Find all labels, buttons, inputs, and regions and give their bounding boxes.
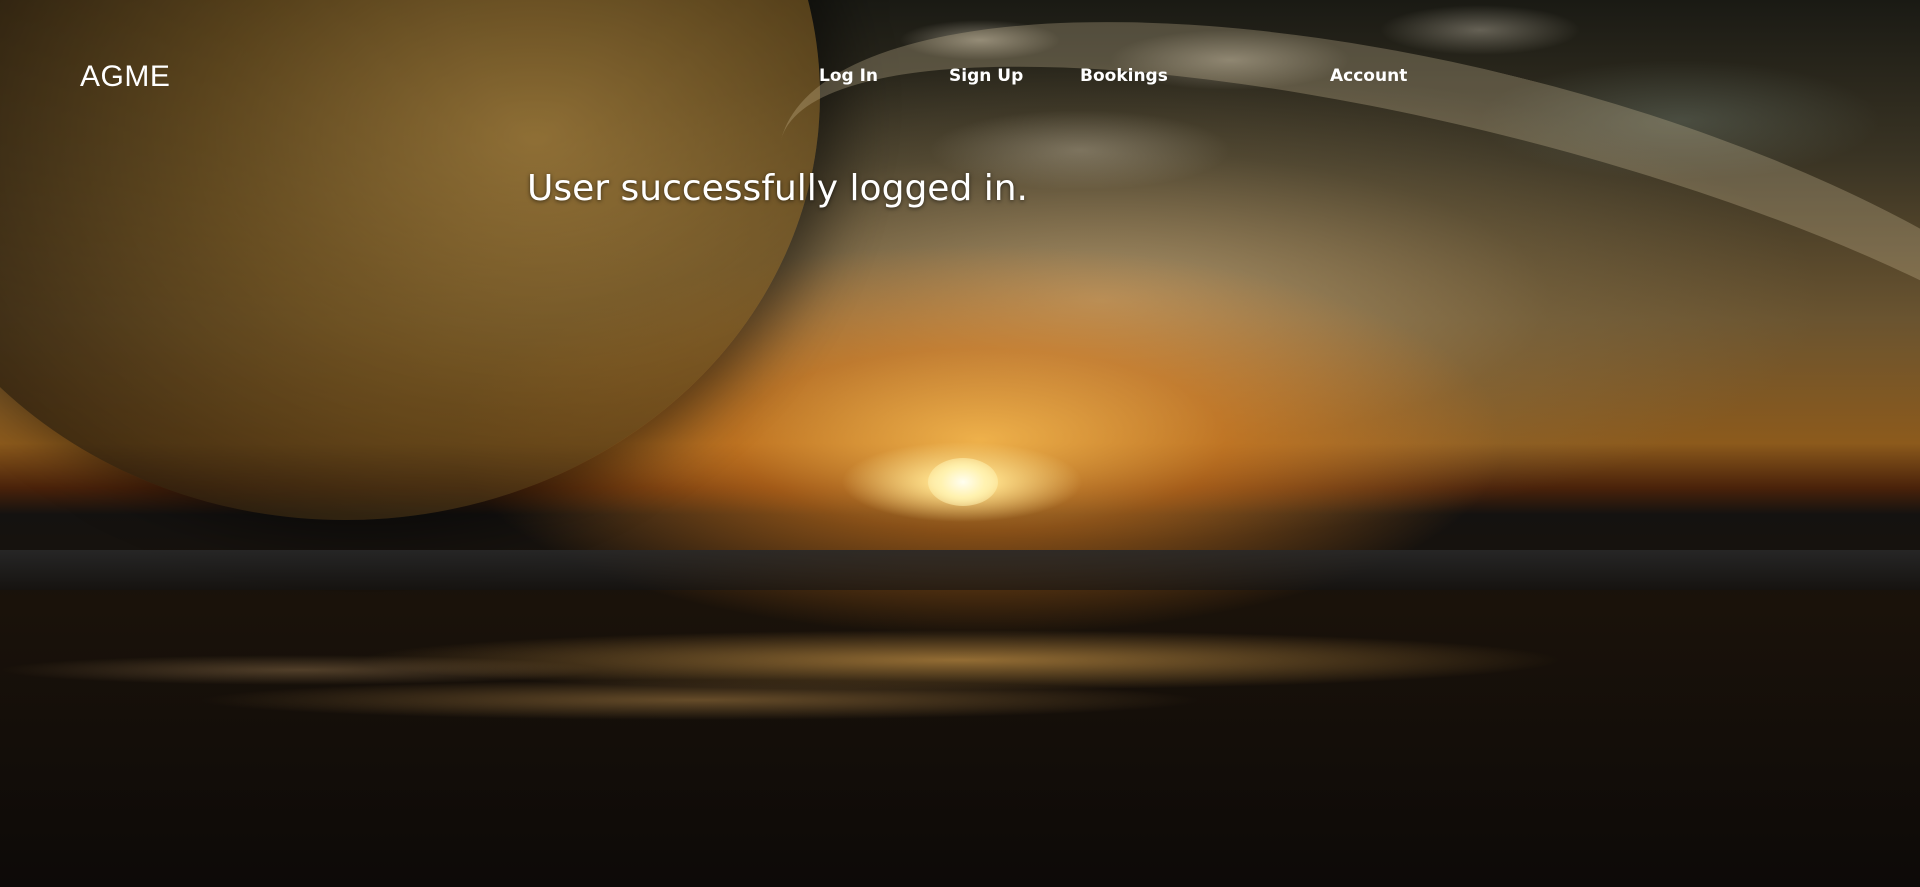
nav-bookings-link[interactable]: Bookings [1080, 66, 1168, 86]
nav-account-link[interactable]: Account [1330, 66, 1407, 86]
navbar: AGME Log In Sign Up Bookings Account [0, 0, 1920, 160]
nav-signup-link[interactable]: Sign Up [949, 66, 1023, 86]
sun-illustration [928, 458, 998, 506]
logo[interactable]: AGME [80, 60, 170, 94]
nav-login-link[interactable]: Log In [819, 66, 878, 86]
login-success-message: User successfully logged in. [527, 168, 1028, 209]
water-reflection-illustration [0, 620, 1920, 760]
horizon-illustration [0, 550, 1920, 590]
page: AGME Log In Sign Up Bookings Account Use… [0, 0, 1920, 887]
